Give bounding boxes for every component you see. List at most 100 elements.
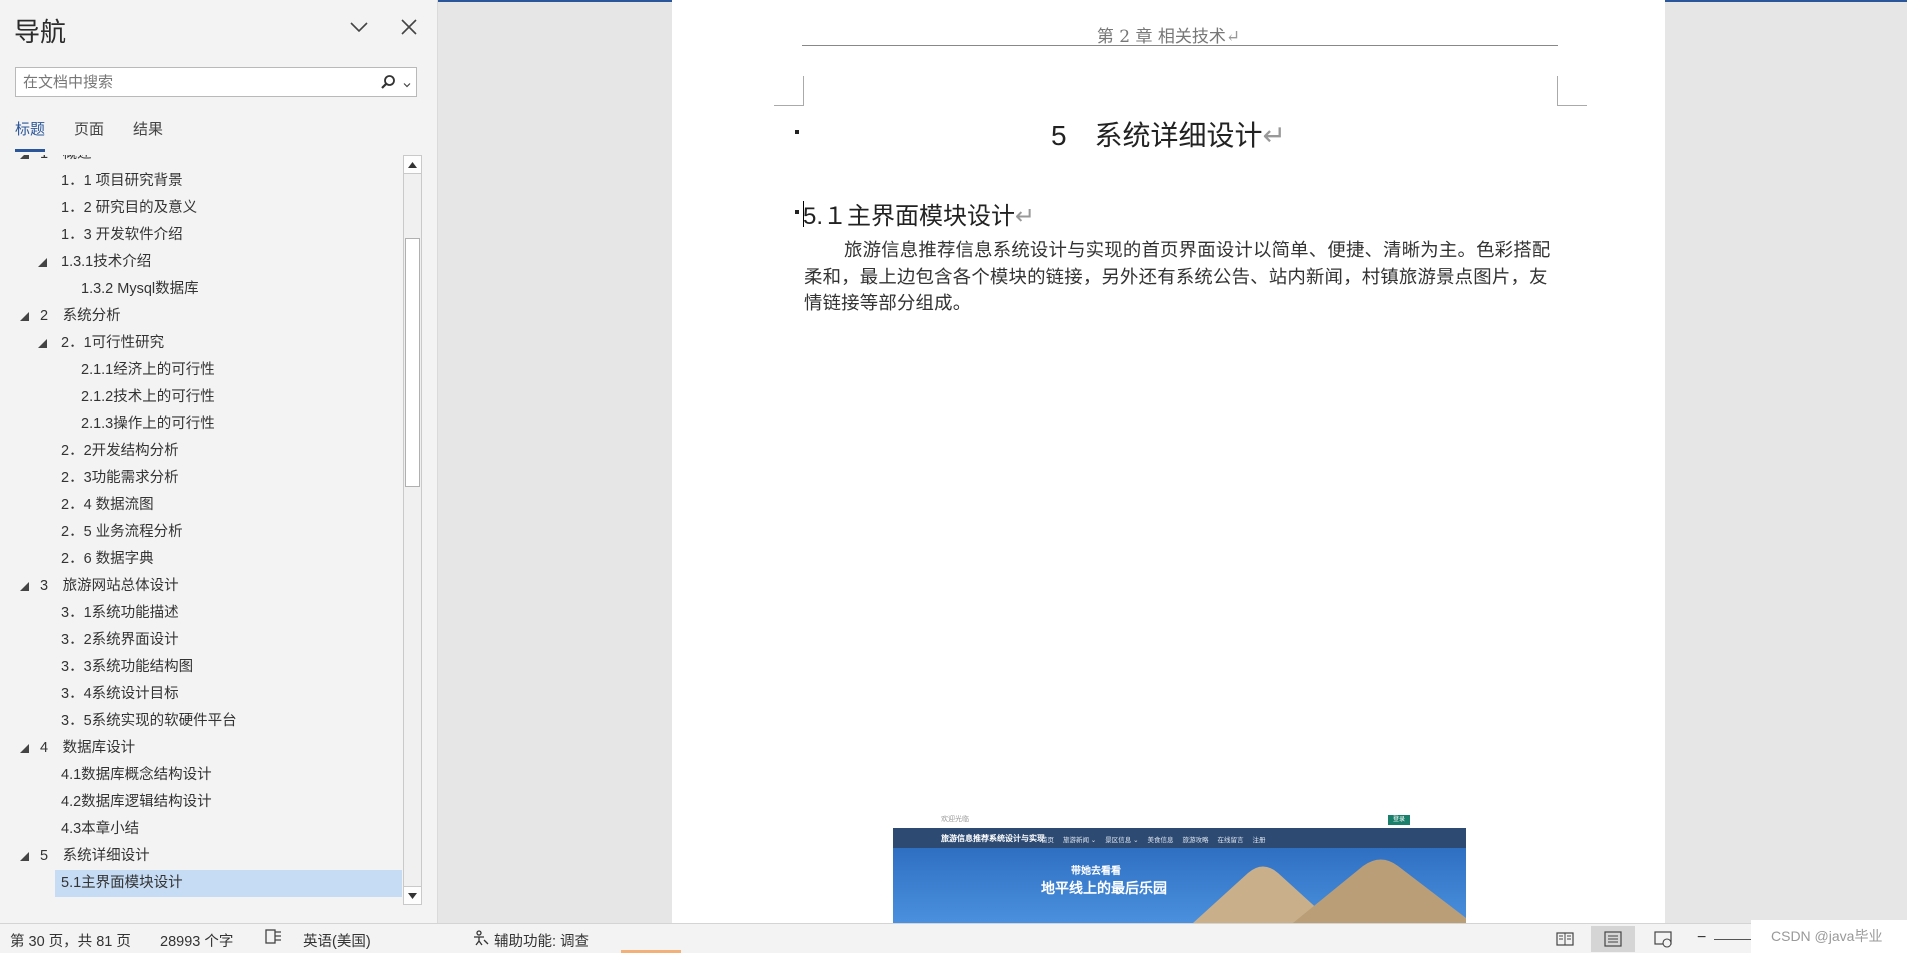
web-layout-icon[interactable] [1641, 926, 1685, 952]
screenshot-menu-item: 美食信息 [1147, 837, 1174, 844]
expand-arrow-icon[interactable] [20, 155, 29, 159]
screenshot-hero [893, 848, 1466, 923]
nav-heading-label: 4.3本章小结 [61, 821, 140, 837]
screenshot-navbar: 旅游信息推荐系统设计与实现 首页 旅游新闻 ⌄ 景区信息 ⌄ 美食信息 旅游攻略… [893, 828, 1466, 848]
page-count[interactable]: 第 30 页，共 81 页 [10, 930, 131, 951]
nav-title: 导航 [14, 17, 67, 47]
body-paragraph[interactable]: 旅游信息推荐信息系统设计与实现的首页界面设计以简单、便捷、清晰为主。色彩搭配柔和… [804, 238, 1561, 318]
nav-heading-label: 2．6 数据字典 [61, 551, 154, 567]
nav-scrollbar[interactable] [403, 155, 422, 905]
nav-heading-label: 2 系统分析 [40, 308, 121, 324]
nav-heading-label: 3．1系统功能描述 [61, 605, 179, 621]
nav-heading-label: 1．3 开发软件介绍 [61, 227, 183, 243]
print-layout-icon[interactable] [1591, 926, 1635, 952]
zoom-slider[interactable] [1714, 939, 1754, 940]
nav-heading-label: 1.3.2 Mysql数据库 [81, 281, 199, 297]
nav-heading-item[interactable]: 3．3系统功能结构图 [0, 654, 402, 681]
nav-heading-item[interactable]: 2．3功能需求分析 [0, 465, 402, 492]
nav-heading-item[interactable]: 1．2 研究目的及意义 [0, 195, 402, 222]
nav-heading-item[interactable]: 5 系统详细设计 [0, 843, 402, 870]
nav-heading-label: 5 系统详细设计 [40, 848, 150, 864]
tab-results[interactable]: 结果 [133, 118, 163, 152]
nav-heading-item[interactable]: 2．4 数据流图 [0, 492, 402, 519]
tab-headings[interactable]: 标题 [15, 118, 46, 152]
header-rule [802, 45, 1558, 46]
proofing-icon[interactable] [264, 928, 284, 950]
expand-arrow-icon[interactable] [38, 258, 47, 267]
nav-heading-item[interactable]: 2.1.1经济上的可行性 [0, 357, 402, 384]
nav-heading-item[interactable]: 1．3 开发软件介绍 [0, 222, 402, 249]
nav-heading-item[interactable]: 1.3.1技术介绍 [0, 249, 402, 276]
nav-heading-item[interactable]: 5.1主界面模块设计 [0, 870, 402, 897]
embedded-screenshot-image[interactable]: 欢迎光临 登录 旅游信息推荐系统设计与实现 首页 旅游新闻 ⌄ 景区信息 ⌄ 美… [893, 812, 1466, 923]
read-mode-icon[interactable] [1543, 926, 1587, 952]
chevron-down-icon[interactable] [346, 14, 372, 40]
nav-heading-item[interactable]: 2．5 业务流程分析 [0, 519, 402, 546]
status-bar: 第 30 页，共 81 页 28993 个字 英语(美国) 辅助功能: 调查 − [0, 923, 1907, 953]
nav-heading-label: 2．2开发结构分析 [61, 443, 179, 459]
nav-heading-label: 1 概述 [40, 155, 92, 168]
nav-heading-item[interactable]: 2 系统分析 [0, 303, 402, 330]
nav-heading-item[interactable]: 2．2开发结构分析 [0, 438, 402, 465]
nav-heading-item[interactable]: 2.1.3操作上的可行性 [0, 411, 402, 438]
nav-heading-item[interactable]: 2．6 数据字典 [0, 546, 402, 573]
nav-heading-item[interactable]: 3．5系统实现的软硬件平台 [0, 708, 402, 735]
nav-heading-label: 2.1.1经济上的可行性 [81, 362, 215, 378]
expand-arrow-icon[interactable] [38, 339, 47, 348]
scrollbar-thumb[interactable] [405, 238, 420, 487]
nav-heading-label: 1.3.1技术介绍 [61, 254, 152, 270]
word-count[interactable]: 28993 个字 [160, 930, 233, 951]
chapter-title[interactable]: 5 系统详细设计↵ [672, 114, 1665, 154]
search-input[interactable] [16, 68, 376, 96]
scroll-down-arrow-icon[interactable] [404, 886, 421, 904]
section-title[interactable]: 5.１主界面模块设计↵ [803, 196, 1035, 231]
nav-heading-label: 2．3功能需求分析 [61, 470, 179, 486]
nav-heading-item[interactable]: 2．1可行性研究 [0, 330, 402, 357]
nav-heading-item[interactable]: 4.3本章小结 [0, 816, 402, 843]
nav-heading-item[interactable]: 1.3.2 Mysql数据库 [0, 276, 402, 303]
search-options-dropdown-icon[interactable] [402, 77, 412, 88]
nav-heading-item[interactable]: 3．4系统设计目标 [0, 681, 402, 708]
screenshot-menu-item: 旅游攻略 [1182, 837, 1209, 844]
nav-heading-item[interactable]: 4.2数据库逻辑结构设计 [0, 789, 402, 816]
screenshot-menu-item: 在线留言 [1217, 837, 1244, 844]
nav-heading-item[interactable]: 1 概述 [0, 155, 402, 168]
nav-heading-label: 4.1数据库概念结构设计 [61, 767, 212, 783]
tab-pages[interactable]: 页面 [74, 118, 104, 152]
nav-heading-item[interactable]: 4 数据库设计 [0, 735, 402, 762]
screenshot-topbar: 欢迎光临 登录 [893, 812, 1466, 828]
nav-heading-item[interactable]: 3．2系统界面设计 [0, 627, 402, 654]
scroll-up-arrow-icon[interactable] [404, 156, 421, 174]
screenshot-brand: 旅游信息推荐系统设计与实现 [941, 834, 1045, 843]
nav-heading-label: 1．1 项目研究背景 [61, 173, 183, 189]
nav-heading-label: 2．5 业务流程分析 [61, 524, 183, 540]
nav-heading-item[interactable]: 3 旅游网站总体设计 [0, 573, 402, 600]
nav-heading-label: 4.2数据库逻辑结构设计 [61, 794, 212, 810]
nav-heading-item[interactable]: 3．1系统功能描述 [0, 600, 402, 627]
screenshot-menu-item: 旅游新闻 ⌄ [1063, 837, 1097, 844]
zoom-out-button[interactable]: − [1697, 929, 1706, 947]
close-icon[interactable] [396, 14, 422, 40]
nav-heading-item[interactable]: 2.1.2技术上的可行性 [0, 384, 402, 411]
navigation-pane: 导航 标题 页面 结果 1 概述 1．1 项目研究背景 1．2 研究目的及意义 1．3… [0, 0, 438, 923]
screenshot-login: 登录 [1388, 815, 1410, 825]
expand-arrow-icon[interactable] [20, 582, 29, 591]
accessibility-icon[interactable] [472, 929, 490, 951]
nav-heading-item[interactable]: 4.1数据库概念结构设计 [0, 762, 402, 789]
accessibility-status[interactable]: 辅助功能: 调查 [494, 930, 589, 951]
search-icon[interactable] [380, 74, 396, 90]
expand-arrow-icon[interactable] [20, 744, 29, 753]
nav-heading-label: 3．3系统功能结构图 [61, 659, 194, 675]
watermark: CSDN @java毕业 [1751, 920, 1907, 953]
nav-heading-label: 3．2系统界面设计 [61, 632, 179, 648]
document-page[interactable]: 第 2 章 相关技术↵ 5 系统详细设计↵ 5.１主界面模块设计↵ 旅游信息推荐… [672, 0, 1665, 923]
language-indicator[interactable]: 英语(美国) [303, 930, 371, 951]
screenshot-slogan: 带她去看看 [1071, 866, 1121, 877]
screenshot-menu-item: 景区信息 ⌄ [1105, 837, 1139, 844]
expand-arrow-icon[interactable] [20, 312, 29, 321]
expand-arrow-icon[interactable] [20, 852, 29, 861]
crop-mark-left [774, 76, 804, 106]
nav-heading-label: 2.1.3操作上的可行性 [81, 416, 215, 432]
nav-heading-item[interactable]: 1．1 项目研究背景 [0, 168, 402, 195]
screenshot-menu-item: 注册 [1252, 837, 1266, 844]
